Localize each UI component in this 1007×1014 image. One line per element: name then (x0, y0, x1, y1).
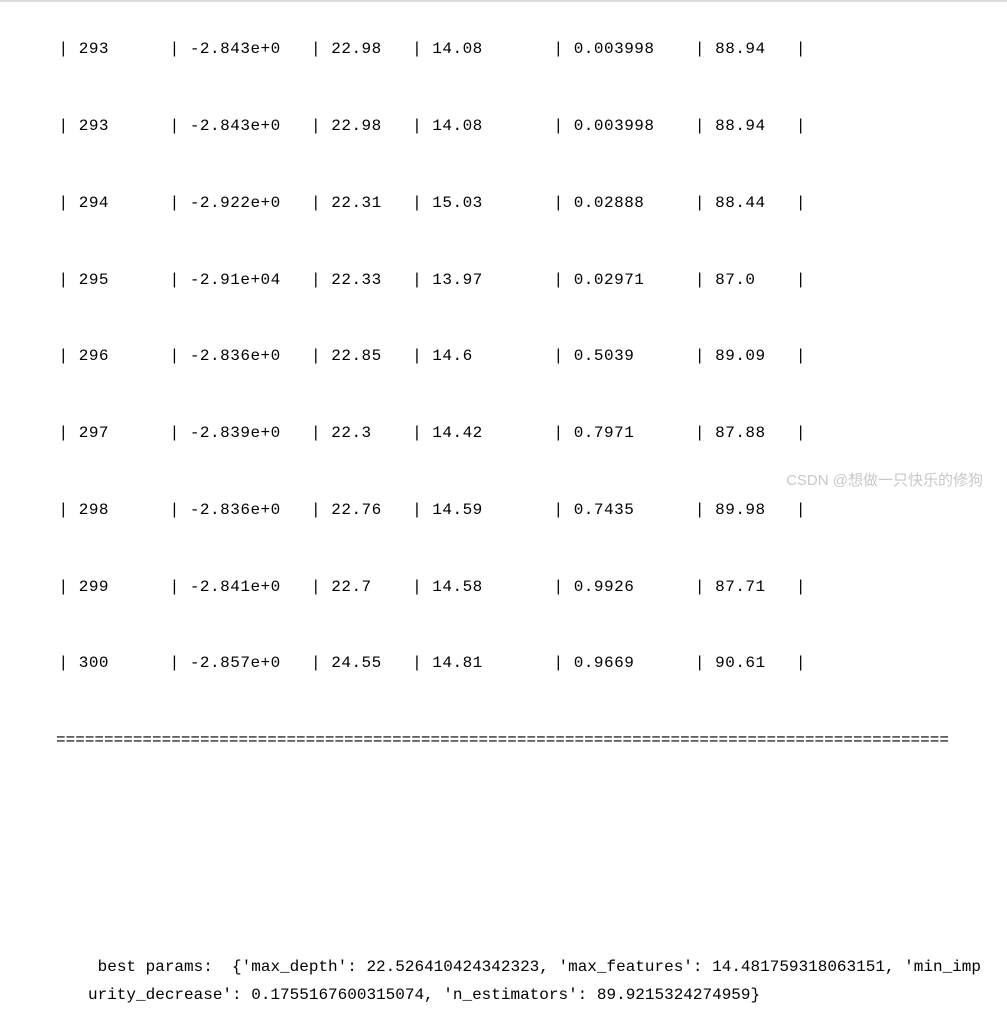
best-params-section: best params: {'max_depth': 22.5264104243… (0, 813, 1007, 1014)
empty-line (88, 869, 987, 897)
table-row: | 299 | -2.841e+0 | 22.7 | 14.58 | 0.992… (8, 575, 999, 601)
table-row: | 293 | -2.843e+0 | 22.98 | 14.08 | 0.00… (8, 37, 999, 63)
table-separator: ========================================… (8, 728, 999, 754)
table-row: | 296 | -2.836e+0 | 22.85 | 14.6 | 0.503… (8, 344, 999, 370)
table-row: | 300 | -2.857e+0 | 24.55 | 14.81 | 0.96… (8, 651, 999, 677)
table-row: | 293 | -2.843e+0 | 22.98 | 14.08 | 0.00… (8, 114, 999, 140)
table-row: | 297 | -2.839e+0 | 22.3 | 14.42 | 0.797… (8, 421, 999, 447)
table-row: | 298 | -2.836e+0 | 22.76 | 14.59 | 0.74… (8, 498, 999, 524)
best-params-label: best params: (88, 958, 232, 976)
table-row: | 294 | -2.922e+0 | 22.31 | 15.03 | 0.02… (8, 191, 999, 217)
table-row: | 295 | -2.91e+04 | 22.33 | 13.97 | 0.02… (8, 268, 999, 294)
output-content: | 293 | -2.843e+0 | 22.98 | 14.08 | 0.00… (0, 0, 1007, 1014)
best-params-line: best params: {'max_depth': 22.5264104243… (88, 953, 987, 1009)
console-output: | 293 | -2.843e+0 | 22.98 | 14.08 | 0.00… (0, 4, 1007, 805)
